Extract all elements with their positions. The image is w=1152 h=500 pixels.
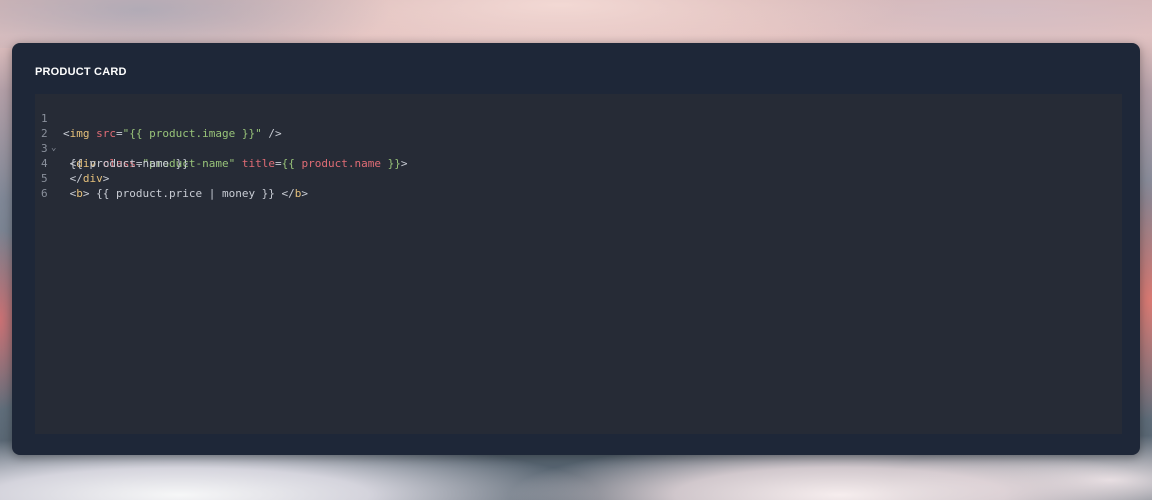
panel-title: PRODUCT CARD	[35, 66, 127, 78]
code-line[interactable]: 5 <b> {{ product.price | money }} </b>	[35, 156, 1122, 200]
code-line[interactable]: 6	[35, 171, 1122, 200]
code-token: b	[76, 187, 83, 200]
code-line[interactable]: 4 </div>	[35, 141, 1122, 185]
code-token: > {{ product.price | money }} </	[82, 187, 295, 200]
code-editor[interactable]: 1 <img src="{{ product.image }}" /> 2 ⌄ …	[35, 94, 1122, 434]
background-sky	[0, 0, 1152, 48]
code-token: >	[301, 187, 309, 200]
code-line[interactable]: 3 {{ product.name }}	[35, 126, 1122, 170]
code-content[interactable]: <b> {{ product.price | money }} </b>	[63, 186, 308, 201]
code-line[interactable]: 2 ⌄ <div class="product-name" title={{ p…	[35, 111, 1122, 170]
line-number: 6	[41, 187, 48, 200]
code-line[interactable]: 1 <img src="{{ product.image }}" />	[35, 96, 1122, 140]
product-card-panel: PRODUCT CARD 1 <img src="{{ product.imag…	[12, 43, 1140, 455]
